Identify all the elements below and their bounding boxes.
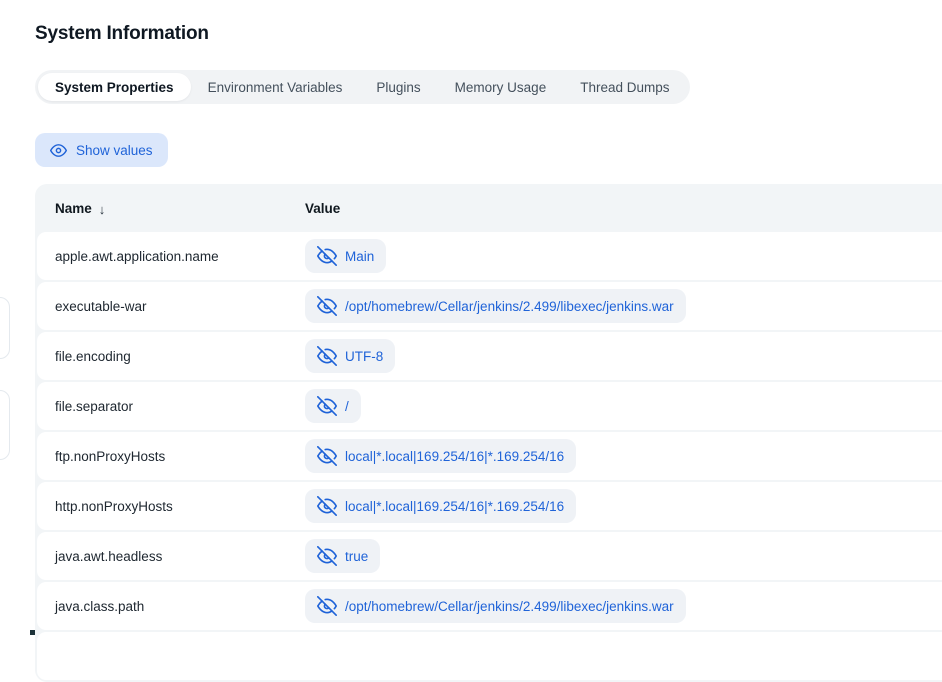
property-value: true [345,549,368,564]
property-name: file.separator [37,399,305,414]
hidden-value-pill[interactable]: UTF-8 [305,339,395,373]
eye-icon [50,142,67,159]
show-values-button[interactable]: Show values [35,133,168,167]
hidden-value-pill[interactable]: true [305,539,380,573]
table-header: Name ↓ Value [37,186,942,230]
table-row: file.encoding UTF-8 [37,332,942,380]
table-row: executable-war /opt/homebrew/Cellar/jenk… [37,282,942,330]
property-name: http.nonProxyHosts [37,499,305,514]
property-value: /opt/homebrew/Cellar/jenkins/2.499/libex… [345,599,674,614]
property-value: / [345,399,349,414]
show-values-label: Show values [76,143,153,158]
column-header-name[interactable]: Name ↓ [37,201,305,216]
tab-thread-dumps[interactable]: Thread Dumps [563,73,686,101]
hidden-value-pill[interactable]: /opt/homebrew/Cellar/jenkins/2.499/libex… [305,589,686,623]
property-value: /opt/homebrew/Cellar/jenkins/2.499/libex… [345,299,674,314]
eye-off-icon [317,396,337,416]
sort-descending-icon: ↓ [99,202,106,217]
property-value: UTF-8 [345,349,383,364]
hidden-value-pill[interactable]: Main [305,239,386,273]
property-name: java.awt.headless [37,549,305,564]
hidden-value-pill[interactable]: /opt/homebrew/Cellar/jenkins/2.499/libex… [305,289,686,323]
clipped-panel-edge [0,390,10,460]
clipped-panel-edge [0,297,10,359]
table-row: file.separator / [37,382,942,430]
table-row-partial [37,632,942,680]
property-value: local|*.local|169.254/16|*.169.254/16 [345,499,564,514]
tab-memory-usage[interactable]: Memory Usage [438,73,564,101]
eye-off-icon [317,346,337,366]
property-name: file.encoding [37,349,305,364]
table-row: ftp.nonProxyHosts local|*.local|169.254/… [37,432,942,480]
hidden-value-pill[interactable]: / [305,389,361,423]
eye-off-icon [317,246,337,266]
tab-environment-variables[interactable]: Environment Variables [191,73,360,101]
column-header-name-label: Name [55,201,92,216]
table-row: http.nonProxyHosts local|*.local|169.254… [37,482,942,530]
table-row: java.class.path /opt/homebrew/Cellar/jen… [37,582,942,630]
property-value: Main [345,249,374,264]
tab-system-properties[interactable]: System Properties [38,73,191,101]
property-name: apple.awt.application.name [37,249,305,264]
column-header-value[interactable]: Value [305,201,942,216]
property-name: ftp.nonProxyHosts [37,449,305,464]
eye-off-icon [317,446,337,466]
eye-off-icon [317,546,337,566]
hidden-value-pill[interactable]: local|*.local|169.254/16|*.169.254/16 [305,439,576,473]
hidden-value-pill[interactable]: local|*.local|169.254/16|*.169.254/16 [305,489,576,523]
property-name: java.class.path [37,599,305,614]
eye-off-icon [317,296,337,316]
page-title: System Information [35,23,209,45]
table-row: java.awt.headless true [37,532,942,580]
tab-plugins[interactable]: Plugins [359,73,437,101]
table-body: apple.awt.application.name Main executab… [37,232,942,680]
property-name: executable-war [37,299,305,314]
table-row: apple.awt.application.name Main [37,232,942,280]
tab-bar: System PropertiesEnvironment VariablesPl… [35,70,690,104]
system-properties-table: Name ↓ Value apple.awt.application.name … [35,184,942,682]
column-header-value-label: Value [305,201,340,216]
eye-off-icon [317,496,337,516]
property-value: local|*.local|169.254/16|*.169.254/16 [345,449,564,464]
eye-off-icon [317,596,337,616]
